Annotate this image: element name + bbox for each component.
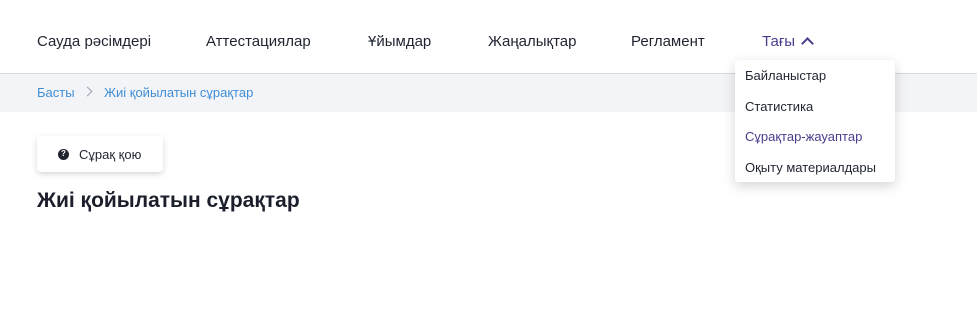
dropdown-item-contacts[interactable]: Байланыстар [745,68,826,84]
nav-more-label: Тағы [762,33,796,50]
breadcrumb-current[interactable]: Жиі қойылатын сұрақтар [104,85,253,101]
question-circle-icon: ? [58,148,69,160]
nav-item-regulations[interactable]: Регламент [631,32,705,52]
dropdown-item-faq[interactable]: Сұрақтар-жауаптар [745,129,862,145]
nav-item-organizations[interactable]: Ұйымдар [368,32,431,52]
nav-item-more[interactable]: Тағы [762,32,814,52]
ask-question-label: Сұрақ қою [79,146,142,162]
dropdown-item-training-materials[interactable]: Оқыту материалдары [745,160,876,176]
nav-item-attestations[interactable]: Аттестациялар [206,32,311,52]
breadcrumb-home-link[interactable]: Басты [37,85,75,101]
ask-question-button[interactable]: ? Сұрақ қою [37,136,163,172]
more-dropdown-menu: Байланыстар Статистика Сұрақтар-жауаптар… [735,60,895,182]
dropdown-item-statistics[interactable]: Статистика [745,99,813,115]
chevron-up-icon [801,37,814,50]
nav-item-news[interactable]: Жаңалықтар [488,32,576,52]
page-title: Жиі қойылатын сұрақтар [37,189,300,212]
nav-item-trade-procedures[interactable]: Сауда рәсімдері [37,32,151,52]
